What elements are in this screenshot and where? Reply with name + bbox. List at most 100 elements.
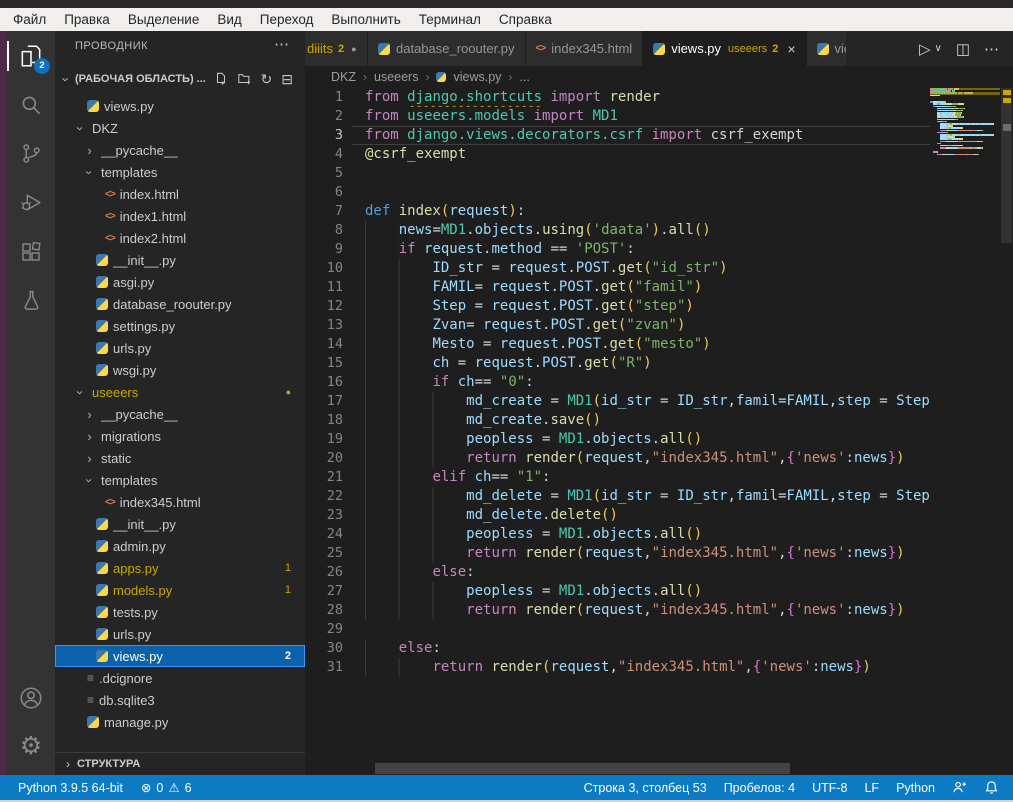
menu-help[interactable]: Справка <box>490 8 561 31</box>
encoding-status[interactable]: UTF-8 <box>812 781 847 795</box>
code-line[interactable]: 6 <box>305 183 930 202</box>
account-button[interactable] <box>7 673 55 722</box>
notifications-bell-icon[interactable] <box>984 780 999 795</box>
testing-button[interactable] <box>7 276 55 325</box>
line-number[interactable]: 26 <box>305 563 352 582</box>
tree-item[interactable]: <>index345.html <box>55 491 305 513</box>
new-file-icon[interactable] <box>214 72 228 86</box>
line-number[interactable]: 31 <box>305 658 352 677</box>
code-line[interactable]: 19 peopless = MD1.objects.all() <box>305 430 930 449</box>
extensions-button[interactable] <box>7 227 55 276</box>
run-button-icon[interactable]: ▷ <box>919 40 931 58</box>
vertical-scrollbar[interactable] <box>1000 88 1013 708</box>
line-number[interactable]: 20 <box>305 449 352 468</box>
line-number[interactable]: 5 <box>305 164 352 183</box>
tree-item[interactable]: tests.py <box>55 601 305 623</box>
tree-item[interactable]: database_roouter.py <box>55 293 305 315</box>
code-line[interactable]: 20 return render(request,"index345.html"… <box>305 449 930 468</box>
line-number[interactable]: 6 <box>305 183 352 202</box>
settings-button[interactable]: ⚙ <box>7 722 55 771</box>
tree-item[interactable]: views.py <box>55 95 305 117</box>
split-editor-icon[interactable]: ◫ <box>956 40 970 58</box>
language-mode-status[interactable]: Python <box>896 781 935 795</box>
line-number[interactable]: 12 <box>305 297 352 316</box>
code-line[interactable]: 10 ID_str = request.POST.get("id_str") <box>305 259 930 278</box>
line-number[interactable]: 8 <box>305 221 352 240</box>
code-line[interactable]: 21 elif ch== "1": <box>305 468 930 487</box>
tree-item[interactable]: views.py2 <box>55 645 305 667</box>
line-number[interactable]: 14 <box>305 335 352 354</box>
line-number[interactable]: 15 <box>305 354 352 373</box>
line-number[interactable]: 22 <box>305 487 352 506</box>
refresh-icon[interactable]: ↻ <box>261 72 273 86</box>
code-line[interactable]: 23 md_delete.delete() <box>305 506 930 525</box>
source-control-button[interactable] <box>7 129 55 178</box>
code-line[interactable]: 29 <box>305 620 930 639</box>
code-line[interactable]: 22 md_delete = MD1(id_str = ID_str,famil… <box>305 487 930 506</box>
tab-diiits[interactable]: diiits 2 ● <box>305 31 368 66</box>
code-line[interactable]: 5 <box>305 164 930 183</box>
code-editor[interactable]: 1from django.shortcuts import render2fro… <box>305 88 930 708</box>
run-debug-button[interactable] <box>7 178 55 227</box>
line-number[interactable]: 17 <box>305 392 352 411</box>
run-dropdown-icon[interactable]: ∨ <box>934 43 941 54</box>
tree-item[interactable]: models.py1 <box>55 579 305 601</box>
breadcrumb-item[interactable]: views.py <box>453 70 501 84</box>
tree-item[interactable]: apps.py1 <box>55 557 305 579</box>
code-line[interactable]: 26 else: <box>305 563 930 582</box>
breadcrumb-item[interactable]: ... <box>519 70 529 84</box>
line-number[interactable]: 9 <box>305 240 352 259</box>
collapse-all-icon[interactable]: ⊟ <box>281 72 293 86</box>
code-line[interactable]: 24 peopless = MD1.objects.all() <box>305 525 930 544</box>
code-line[interactable]: 11 FAMIL= request.POST.get("famil") <box>305 278 930 297</box>
tree-item[interactable]: ›DKZ <box>55 117 305 139</box>
line-number[interactable]: 11 <box>305 278 352 297</box>
indentation-status[interactable]: Пробелов: 4 <box>724 781 795 795</box>
new-folder-icon[interactable] <box>237 72 252 86</box>
line-number[interactable]: 16 <box>305 373 352 392</box>
python-interpreter-status[interactable]: Python 3.9.5 64-bit <box>18 781 123 795</box>
line-number[interactable]: 18 <box>305 411 352 430</box>
code-line[interactable]: 7def index(request): <box>305 202 930 221</box>
menu-view[interactable]: Вид <box>208 8 250 31</box>
breadcrumb-item[interactable]: useeers <box>374 70 418 84</box>
code-line[interactable]: 14 Mesto = request.POST.get("mesto") <box>305 335 930 354</box>
tab-views-secondary[interactable]: vie <box>807 31 846 66</box>
code-line[interactable]: 17 md_create = MD1(id_str = ID_str,famil… <box>305 392 930 411</box>
cursor-position-status[interactable]: Строка 3, столбец 53 <box>584 781 707 795</box>
code-line[interactable]: 12 Step = request.POST.get("step") <box>305 297 930 316</box>
code-line[interactable]: 16 if ch== "0": <box>305 373 930 392</box>
tree-item[interactable]: ›static <box>55 447 305 469</box>
tree-item[interactable]: ›__pycache__ <box>55 403 305 425</box>
breadcrumb-item[interactable]: DKZ <box>331 70 356 84</box>
problems-status[interactable]: ⊗ 0 ⚠ 6 <box>141 780 192 795</box>
menu-terminal[interactable]: Терминал <box>410 8 490 31</box>
eol-status[interactable]: LF <box>864 781 879 795</box>
tree-item[interactable]: <>index1.html <box>55 205 305 227</box>
menu-file[interactable]: Файл <box>4 8 55 31</box>
line-number[interactable]: 19 <box>305 430 352 449</box>
tree-item[interactable]: <>index.html <box>55 183 305 205</box>
search-button[interactable] <box>7 80 55 129</box>
line-number[interactable]: 10 <box>305 259 352 278</box>
menu-run[interactable]: Выполнить <box>322 8 409 31</box>
code-line[interactable]: 3from django.views.decorators.csrf impor… <box>305 126 930 145</box>
tree-item[interactable]: ›useeers● <box>55 381 305 403</box>
tree-item[interactable]: ≡db.sqlite3 <box>55 689 305 711</box>
line-number[interactable]: 7 <box>305 202 352 221</box>
line-number[interactable]: 3 <box>305 126 352 145</box>
code-line[interactable]: 25 return render(request,"index345.html"… <box>305 544 930 563</box>
minimap[interactable] <box>930 88 1000 168</box>
code-line[interactable]: 2from useeers.models import MD1 <box>305 107 930 126</box>
sidebar-more-actions[interactable]: ⋯ <box>274 35 289 53</box>
code-line[interactable]: 18 md_create.save() <box>305 411 930 430</box>
tree-item[interactable]: urls.py <box>55 623 305 645</box>
line-number[interactable]: 24 <box>305 525 352 544</box>
tab-database-roouter[interactable]: database_roouter.py <box>368 31 526 66</box>
tree-item[interactable]: urls.py <box>55 337 305 359</box>
close-icon[interactable]: × <box>787 41 795 57</box>
tree-item[interactable]: ›__pycache__ <box>55 139 305 161</box>
scrollbar-thumb[interactable] <box>1001 88 1012 243</box>
line-number[interactable]: 25 <box>305 544 352 563</box>
menu-go[interactable]: Переход <box>251 8 323 31</box>
